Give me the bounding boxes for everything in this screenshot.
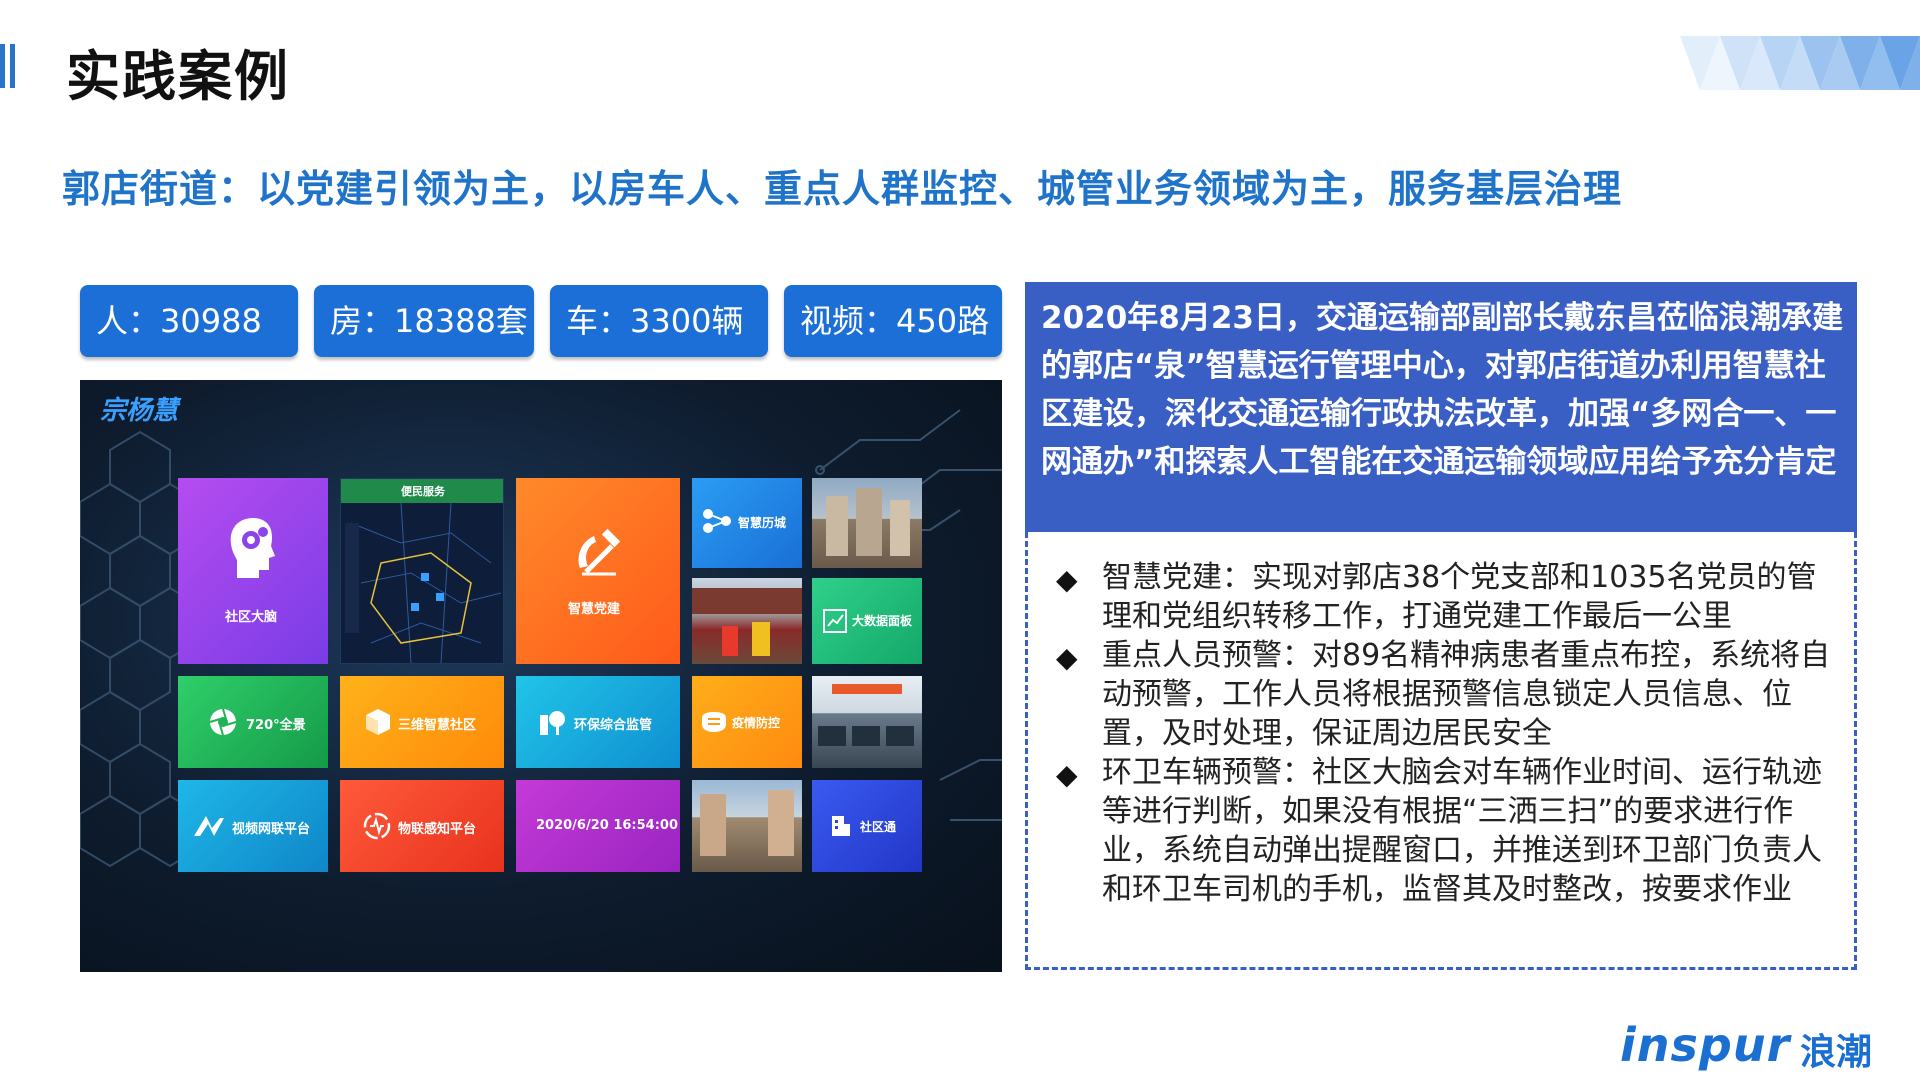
tile-smart-party[interactable]: 智慧党建 xyxy=(516,478,680,664)
subtitle: 郭店街道：以党建引领为主，以房车人、重点人群监控、城管业务领域为主，服务基层治理 xyxy=(62,167,1623,211)
logo-cn: 浪潮 xyxy=(1800,1032,1873,1073)
screen-logo: 宗杨慧 xyxy=(100,396,179,426)
tile-iot-sensing[interactable]: 物联感知平台 xyxy=(340,780,504,872)
page-title: 实践案例 xyxy=(66,45,290,108)
map-thumbnail xyxy=(341,503,503,663)
building-photo xyxy=(812,478,922,568)
tile-datetime: 2020/6/20 16:54:00 xyxy=(516,780,680,872)
dashboard-screenshot: 宗杨慧 社区大脑 便民服务 智慧党建 智慧历城 大数据面板 720°全景 三维智… xyxy=(80,380,1002,972)
cube-icon xyxy=(366,709,390,735)
diamond-bullet-icon: ◆ xyxy=(1056,641,1078,674)
building-icon xyxy=(832,816,850,836)
corner-decoration xyxy=(1680,36,1920,90)
info-bullets-box: ◆ 智慧党建：实现对郭店38个党支部和1035名党员的管理和党组织转移工作，打通… xyxy=(1025,532,1857,970)
iot-sensor-icon xyxy=(363,812,391,840)
bullet-key-person-alert: ◆ 重点人员预警：对89名精神病患者重点布控，系统将自动预警，工作人员将根据预警… xyxy=(1056,638,1831,751)
diamond-bullet-icon: ◆ xyxy=(1056,563,1078,596)
factory-tree-icon xyxy=(540,711,565,735)
tile-720-panorama[interactable]: 720°全景 xyxy=(178,676,328,768)
tile-smart-licheng[interactable]: 智慧历城 xyxy=(692,478,802,568)
tile-convenience-service[interactable]: 便民服务 xyxy=(340,478,504,664)
logo-en: inspur xyxy=(1620,1018,1791,1072)
bullet-sanitation-vehicle-alert: ◆ 环卫车辆预警：社区大脑会对车辆作业时间、运行轨迹等进行判断，如果没有根据“三… xyxy=(1056,755,1822,907)
network-icon xyxy=(703,509,731,533)
video-network-icon xyxy=(194,816,224,836)
info-headline: 2020年8月23日，交通运输部副部长戴东昌莅临浪潮承建的郭店“泉”智慧运行管理… xyxy=(1025,282,1857,532)
chart-icon xyxy=(823,609,847,633)
tile-shequtong[interactable]: 社区通 xyxy=(812,780,922,872)
bullet-smart-party: ◆ 智慧党建：实现对郭店38个党支部和1035名党员的管理和党组织转移工作，打通… xyxy=(1056,560,1817,634)
office-photo xyxy=(812,676,922,768)
stat-vehicles: 车：3300辆 xyxy=(550,285,768,357)
tile-video-network[interactable]: 视频网联平台 xyxy=(178,780,328,872)
stat-people: 人：30988 xyxy=(80,285,298,357)
tile-3d-community[interactable]: 三维智慧社区 xyxy=(340,676,504,768)
tile-epidemic-control[interactable]: 疫情防控 xyxy=(692,676,802,768)
brain-gear-icon xyxy=(230,518,275,578)
diamond-bullet-icon: ◆ xyxy=(1056,758,1078,791)
aperture-icon xyxy=(209,708,237,736)
title-accent-bars xyxy=(0,44,22,88)
tile-env-supervision[interactable]: 环保综合监管 xyxy=(516,676,680,768)
mask-icon xyxy=(702,712,726,732)
festival-photo xyxy=(692,578,802,664)
stat-videos: 视频：450路 xyxy=(784,285,1002,357)
street-photo xyxy=(692,780,802,872)
hammer-sickle-icon xyxy=(578,528,621,576)
stat-houses: 房：18388套 xyxy=(314,285,534,357)
tile-community-brain[interactable]: 社区大脑 xyxy=(178,478,328,664)
tile-big-data-panel[interactable]: 大数据面板 xyxy=(812,578,922,664)
